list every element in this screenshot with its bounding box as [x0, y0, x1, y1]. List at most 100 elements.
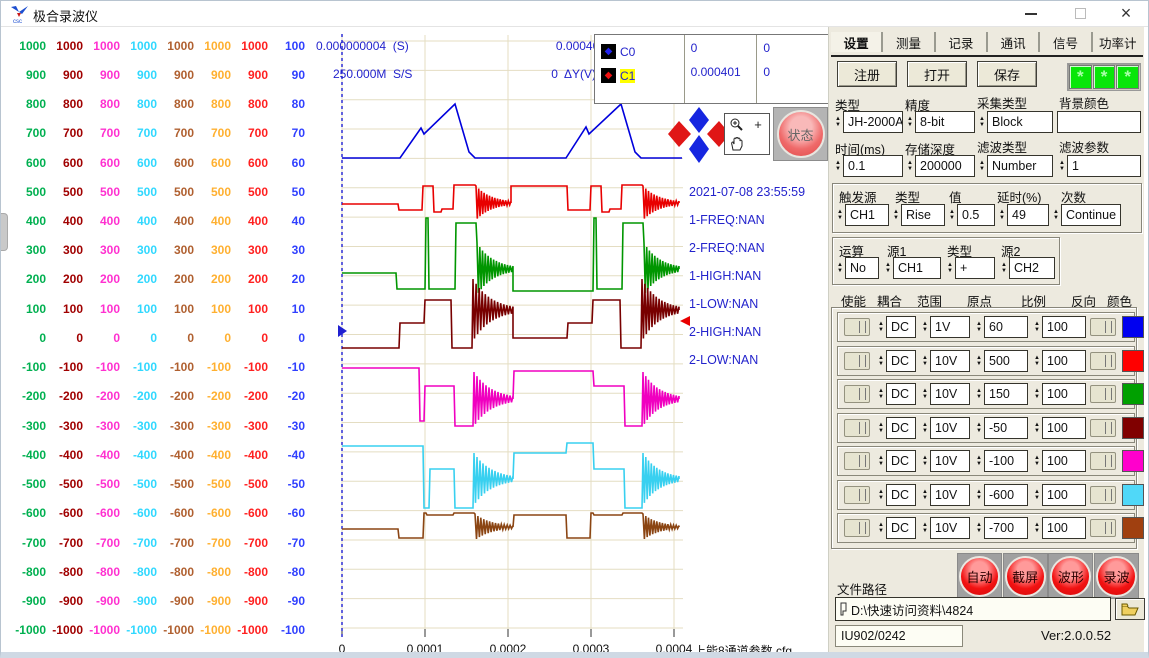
crosshair-tool-icon[interactable]: +: [747, 114, 769, 135]
origin-field[interactable]: ▲▼-100: [974, 450, 1028, 472]
coupling-field[interactable]: ▲▼DC: [876, 484, 916, 506]
coupling-field[interactable]: ▲▼DC: [876, 450, 916, 472]
color-swatch[interactable]: [1122, 316, 1144, 338]
origin-field[interactable]: ▲▼60: [974, 316, 1028, 338]
zoom-tool-icon[interactable]: [725, 114, 747, 135]
origin-field[interactable]: ▲▼150: [974, 383, 1028, 405]
open-button[interactable]: 打开: [907, 61, 967, 87]
led-indicator[interactable]: *: [1116, 65, 1139, 89]
range-field[interactable]: ▲▼10V: [920, 484, 970, 506]
range-field[interactable]: ▲▼10V: [920, 517, 970, 539]
scale-field[interactable]: ▲▼100: [1032, 316, 1086, 338]
invert-toggle[interactable]: [1090, 486, 1116, 504]
color-swatch[interactable]: [1122, 417, 1144, 439]
enable-toggle[interactable]: [844, 419, 870, 437]
type-field[interactable]: ▲▼JH-2000A: [833, 111, 903, 133]
device-id-field[interactable]: IU902/0242: [835, 625, 963, 647]
enable-toggle[interactable]: [844, 486, 870, 504]
scale-field[interactable]: ▲▼100: [1032, 517, 1086, 539]
minimize-button[interactable]: [1014, 1, 1048, 26]
tab-设置[interactable]: 设置: [831, 32, 881, 52]
invert-toggle[interactable]: [1090, 519, 1116, 537]
register-button[interactable]: 注册: [837, 61, 897, 87]
coupling-field[interactable]: ▲▼DC: [876, 316, 916, 338]
range-field[interactable]: ▲▼10V: [920, 350, 970, 372]
scale-field[interactable]: ▲▼100: [1032, 350, 1086, 372]
action-button-2[interactable]: 截屏: [1005, 556, 1046, 597]
range-field[interactable]: ▲▼1V: [920, 316, 970, 338]
cursor-item-c1[interactable]: ◆C1: [601, 68, 635, 83]
pan-tool-icon[interactable]: [725, 135, 747, 155]
range-field[interactable]: ▲▼10V: [920, 417, 970, 439]
navigation-diamond-icon[interactable]: [667, 105, 731, 165]
color-swatch[interactable]: [1122, 517, 1144, 539]
invert-toggle[interactable]: [1090, 452, 1116, 470]
coupling-field[interactable]: ▲▼DC: [876, 417, 916, 439]
filter-type-field[interactable]: ▲▼Number: [977, 155, 1053, 177]
save-button[interactable]: 保存: [977, 61, 1037, 87]
coupling-field[interactable]: ▲▼DC: [876, 383, 916, 405]
enable-toggle[interactable]: [844, 452, 870, 470]
trig-source-field[interactable]: ▲▼CH1: [835, 204, 889, 226]
enable-toggle[interactable]: [844, 385, 870, 403]
scale-field[interactable]: ▲▼100: [1032, 417, 1086, 439]
depth-field[interactable]: ▲▼200000: [905, 155, 975, 177]
color-swatch[interactable]: [1122, 484, 1144, 506]
bg-color-field[interactable]: [1057, 111, 1141, 133]
browse-folder-button[interactable]: [1115, 598, 1145, 620]
led-indicator[interactable]: *: [1093, 65, 1116, 89]
src2-field[interactable]: ▲▼CH2: [999, 257, 1055, 279]
coupling-field[interactable]: ▲▼DC: [876, 517, 916, 539]
trig-value-field[interactable]: ▲▼0.5: [947, 204, 995, 226]
tab-记录[interactable]: 记录: [934, 32, 986, 52]
maximize-button[interactable]: [1063, 1, 1097, 26]
origin-field[interactable]: ▲▼-50: [974, 417, 1028, 439]
scale-field[interactable]: ▲▼100: [1032, 383, 1086, 405]
scale-field[interactable]: ▲▼100: [1032, 484, 1086, 506]
action-button-3[interactable]: 波形: [1050, 556, 1091, 597]
waveform-plot-area[interactable]: 0.000000004 (S) 250.000M S/S 0.000401 ΔX…: [311, 27, 831, 658]
status-button[interactable]: 状态: [777, 110, 825, 158]
trig-type-field[interactable]: ▲▼Rise: [891, 204, 945, 226]
tab-测量[interactable]: 测量: [881, 32, 933, 52]
tab-功率计[interactable]: 功率计: [1091, 32, 1143, 52]
tab-通讯[interactable]: 通讯: [986, 32, 1038, 52]
op-type-field[interactable]: ▲▼+: [945, 257, 995, 279]
action-button-1[interactable]: 自动: [959, 556, 1000, 597]
enable-toggle[interactable]: [844, 318, 870, 336]
waveform-canvas[interactable]: [338, 27, 691, 645]
trig-delay-field[interactable]: ▲▼49: [997, 204, 1049, 226]
cursor-legend[interactable]: ◆C0 ◆C1: [595, 35, 685, 103]
coupling-field[interactable]: ▲▼DC: [876, 350, 916, 372]
color-swatch[interactable]: [1122, 450, 1144, 472]
origin-field[interactable]: ▲▼-700: [974, 517, 1028, 539]
action-button-4[interactable]: 录波: [1096, 556, 1137, 597]
invert-toggle[interactable]: [1090, 352, 1116, 370]
invert-toggle[interactable]: [1090, 318, 1116, 336]
trig-times-field[interactable]: ▲▼Continue: [1051, 204, 1121, 226]
invert-toggle[interactable]: [1090, 419, 1116, 437]
origin-field[interactable]: ▲▼500: [974, 350, 1028, 372]
panel-splitter-handle[interactable]: [1, 213, 8, 251]
filter-param-field[interactable]: ▲▼1: [1057, 155, 1141, 177]
origin-field[interactable]: ▲▼-600: [974, 484, 1028, 506]
enable-toggle[interactable]: [844, 352, 870, 370]
tab-信号[interactable]: 信号: [1038, 32, 1090, 52]
precision-field[interactable]: ▲▼8-bit: [905, 111, 975, 133]
file-path-field[interactable]: D:\快速访问资料\4824: [835, 597, 1111, 621]
range-field[interactable]: ▲▼10V: [920, 450, 970, 472]
cursor-item-c0[interactable]: ◆C0: [601, 44, 635, 59]
time-field[interactable]: ▲▼0.1: [833, 155, 903, 177]
close-button[interactable]: ×: [1109, 1, 1143, 26]
enable-toggle[interactable]: [844, 519, 870, 537]
color-swatch[interactable]: [1122, 350, 1144, 372]
op-field[interactable]: ▲▼No: [835, 257, 879, 279]
invert-toggle[interactable]: [1090, 385, 1116, 403]
color-swatch[interactable]: [1122, 383, 1144, 405]
src1-field[interactable]: ▲▼CH1: [883, 257, 941, 279]
acq-type-field[interactable]: ▲▼Block: [977, 111, 1053, 133]
led-indicator[interactable]: *: [1069, 65, 1092, 89]
spinner-icon[interactable]: ▲▼: [833, 111, 843, 133]
scale-field[interactable]: ▲▼100: [1032, 450, 1086, 472]
range-field[interactable]: ▲▼10V: [920, 383, 970, 405]
